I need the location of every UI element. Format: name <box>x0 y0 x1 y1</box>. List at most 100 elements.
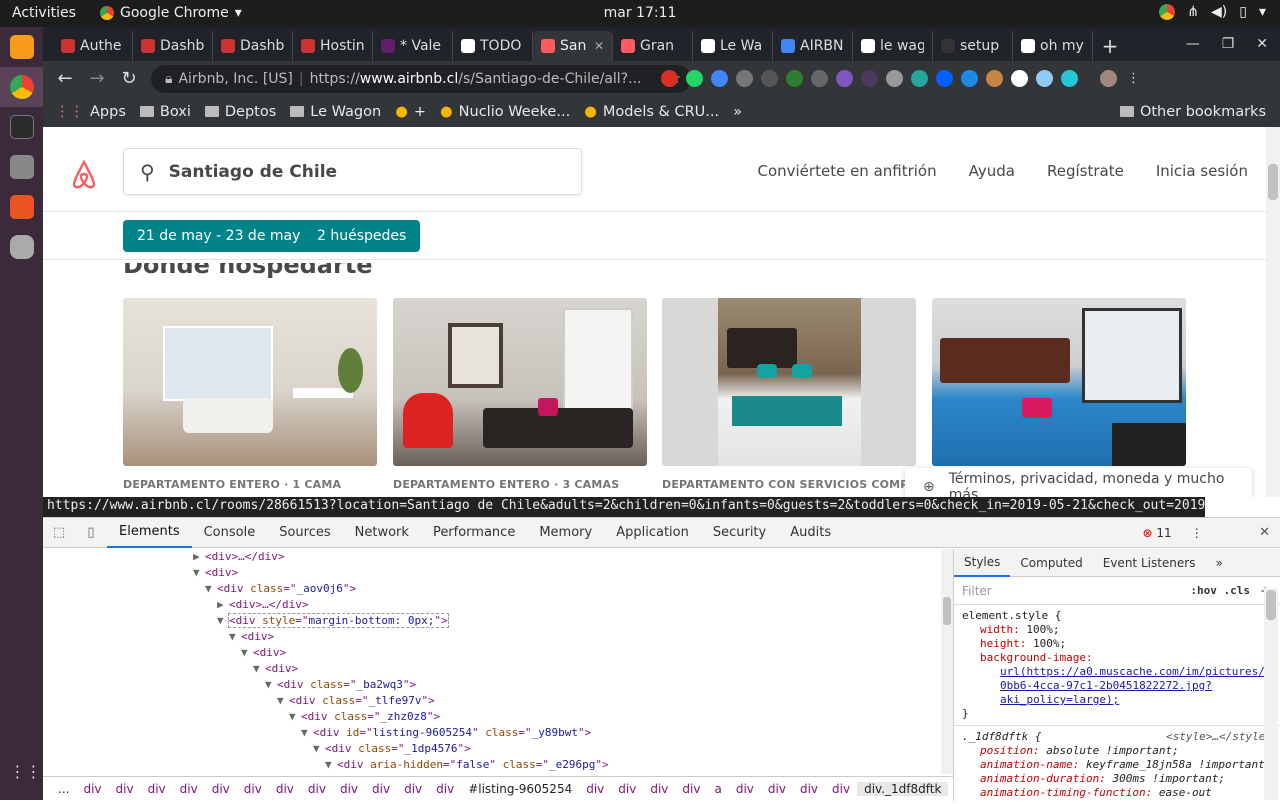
dom-node[interactable]: ▼ <div class="_1dp4576"> <box>43 741 943 757</box>
expand-arrow-icon[interactable]: ▼ <box>217 613 229 629</box>
breadcrumb-item[interactable]: ... <box>51 782 76 796</box>
styles-tab[interactable]: Event Listeners <box>1093 550 1206 576</box>
bookmark-item[interactable]: Deptos <box>204 104 276 120</box>
airbnb-logo[interactable] <box>70 159 98 190</box>
listing-photo[interactable] <box>662 298 916 466</box>
dates-filter-button[interactable]: 21 de may - 23 de may <box>123 220 315 252</box>
listing-photo[interactable] <box>393 298 647 466</box>
browser-tab[interactable]: Dashb <box>133 31 213 61</box>
devtools-tab-elements[interactable]: Elements <box>107 517 192 548</box>
dock-show-apps[interactable]: ⋮⋮ <box>0 754 43 794</box>
device-toolbar-icon[interactable]: ▯ <box>75 525 107 540</box>
styles-filter[interactable]: Filter :hov .cls + <box>954 577 1280 605</box>
browser-tab[interactable]: Hostin <box>293 31 373 61</box>
nav-login[interactable]: Inicia sesión <box>1156 162 1248 180</box>
expand-arrow-icon[interactable]: ▼ <box>229 629 241 645</box>
bookmark-item[interactable]: Boxi <box>139 104 191 120</box>
reload-button[interactable]: ↻ <box>113 68 145 89</box>
maximize-button[interactable]: ❐ <box>1222 36 1235 52</box>
breadcrumb-item[interactable]: div <box>76 782 108 796</box>
bookmark-item[interactable]: » <box>733 104 742 120</box>
styles-tab[interactable]: Computed <box>1010 550 1092 576</box>
breadcrumb-item[interactable]: div <box>301 782 333 796</box>
dom-node[interactable]: ▼ <div class="_tlfe97v"> <box>43 693 943 709</box>
rule-source[interactable]: <style>…</style> <box>1166 730 1272 744</box>
dom-node[interactable]: ▼ <div> <box>43 661 943 677</box>
breadcrumb-item[interactable]: div <box>643 782 675 796</box>
extension-icon[interactable] <box>886 70 903 87</box>
listing-card[interactable]: DEPARTAMENTO ENTERO · 1 CAMA <box>123 298 377 491</box>
browser-tab[interactable]: AIRBN <box>773 31 853 61</box>
cookie-icon[interactable] <box>986 70 1003 87</box>
listing-card[interactable]: DEPARTAMENTO ENTERO · 3 CAMAS <box>393 298 647 491</box>
extension-icon[interactable] <box>861 70 878 87</box>
css-declaration[interactable]: background-image: <box>962 651 1272 665</box>
extension-icon[interactable] <box>961 70 978 87</box>
breadcrumb-item[interactable]: div <box>365 782 397 796</box>
dom-tree-scrollbar[interactable] <box>941 549 953 774</box>
expand-arrow-icon[interactable]: ▶ <box>217 597 229 613</box>
chrome-tray-icon[interactable] <box>1159 4 1176 20</box>
bookmark-item[interactable]: ● + <box>395 104 426 120</box>
expand-arrow-icon[interactable]: ▼ <box>325 757 337 773</box>
css-declaration[interactable]: width: 100%; <box>962 623 1272 637</box>
minimize-button[interactable]: — <box>1186 36 1200 52</box>
browser-tab[interactable]: setup <box>933 31 1013 61</box>
bookmark-item[interactable]: ⋮⋮ Apps <box>55 104 126 120</box>
dock-terminal[interactable] <box>0 107 43 147</box>
expand-arrow-icon[interactable]: ▼ <box>253 661 265 677</box>
listing-card[interactable] <box>932 298 1186 478</box>
breadcrumb-item[interactable]: div <box>109 782 141 796</box>
rule-url[interactable]: 0bb6-4cca-97c1-2b0451822272.jpg? <box>962 679 1272 693</box>
browser-tab[interactable]: TODO <box>453 31 533 61</box>
bookmark-item[interactable]: ● Nuclio Weeke... <box>440 104 570 120</box>
extension-icon[interactable] <box>911 70 928 87</box>
breadcrumb-item[interactable]: div <box>173 782 205 796</box>
hov-cls-toggle[interactable]: :hov .cls <box>1190 584 1250 597</box>
breadcrumb-item[interactable]: div <box>729 782 761 796</box>
close-devtools-icon[interactable]: ✕ <box>1259 525 1270 540</box>
breadcrumb-item[interactable]: div <box>761 782 793 796</box>
bookmark-item[interactable]: Other bookmarks <box>1119 104 1266 120</box>
listing-photo[interactable] <box>123 298 377 466</box>
dropbox-icon[interactable] <box>936 70 953 87</box>
activities-button[interactable]: Activities <box>12 5 76 21</box>
browser-tab[interactable]: * Vale <box>373 31 453 61</box>
breadcrumb-item[interactable]: div <box>579 782 611 796</box>
breadcrumb-item[interactable]: div <box>611 782 643 796</box>
extension-icon[interactable] <box>786 70 803 87</box>
dom-node[interactable]: ▼ <div aria-hidden="false" class="_e296pg… <box>43 757 943 773</box>
expand-arrow-icon[interactable]: ▼ <box>313 741 325 757</box>
breadcrumb-item[interactable]: div <box>793 782 825 796</box>
extension-icon[interactable] <box>1011 70 1028 87</box>
breadcrumb-item[interactable]: div <box>269 782 301 796</box>
devtools-tab-application[interactable]: Application <box>604 518 701 547</box>
rule-url[interactable]: aki_policy=large); <box>962 693 1272 707</box>
extension-icon[interactable] <box>836 70 853 87</box>
devtools-tab-audits[interactable]: Audits <box>778 518 843 547</box>
browser-tab[interactable]: Authe <box>53 31 133 61</box>
style-rules[interactable]: element.style { width: 100%; height: 100%… <box>954 605 1280 804</box>
back-button[interactable]: ← <box>49 68 81 89</box>
devtools-tab-performance[interactable]: Performance <box>421 518 527 547</box>
breadcrumb-item[interactable]: div <box>205 782 237 796</box>
bookmark-item[interactable]: Le Wagon <box>290 104 381 120</box>
breadcrumb-item[interactable]: div <box>397 782 429 796</box>
browser-tab[interactable]: le wag <box>853 31 933 61</box>
breadcrumb-item[interactable]: div <box>333 782 365 796</box>
scrollbar-thumb[interactable] <box>1266 590 1276 620</box>
expand-arrow-icon[interactable]: ▼ <box>301 725 313 741</box>
browser-tab[interactable]: Le Wa <box>693 31 773 61</box>
menu-icon[interactable]: ⋮ <box>1125 70 1142 87</box>
scrollbar-thumb[interactable] <box>1268 164 1278 200</box>
devtools-tab-sources[interactable]: Sources <box>267 518 342 547</box>
extension-icon[interactable] <box>1061 70 1078 87</box>
css-declaration[interactable]: height: 100%; <box>962 637 1272 651</box>
page-scrollbar[interactable] <box>1266 127 1280 497</box>
dom-node[interactable]: ▼ <div> <box>43 565 943 581</box>
devtools-tab-memory[interactable]: Memory <box>527 518 604 547</box>
new-tab-button[interactable]: + <box>1093 31 1127 61</box>
gmail-icon[interactable] <box>661 70 678 87</box>
rule-url[interactable]: url(https://a0.muscache.com/im/pictures/… <box>962 665 1272 679</box>
breadcrumb-item[interactable]: div <box>825 782 857 796</box>
